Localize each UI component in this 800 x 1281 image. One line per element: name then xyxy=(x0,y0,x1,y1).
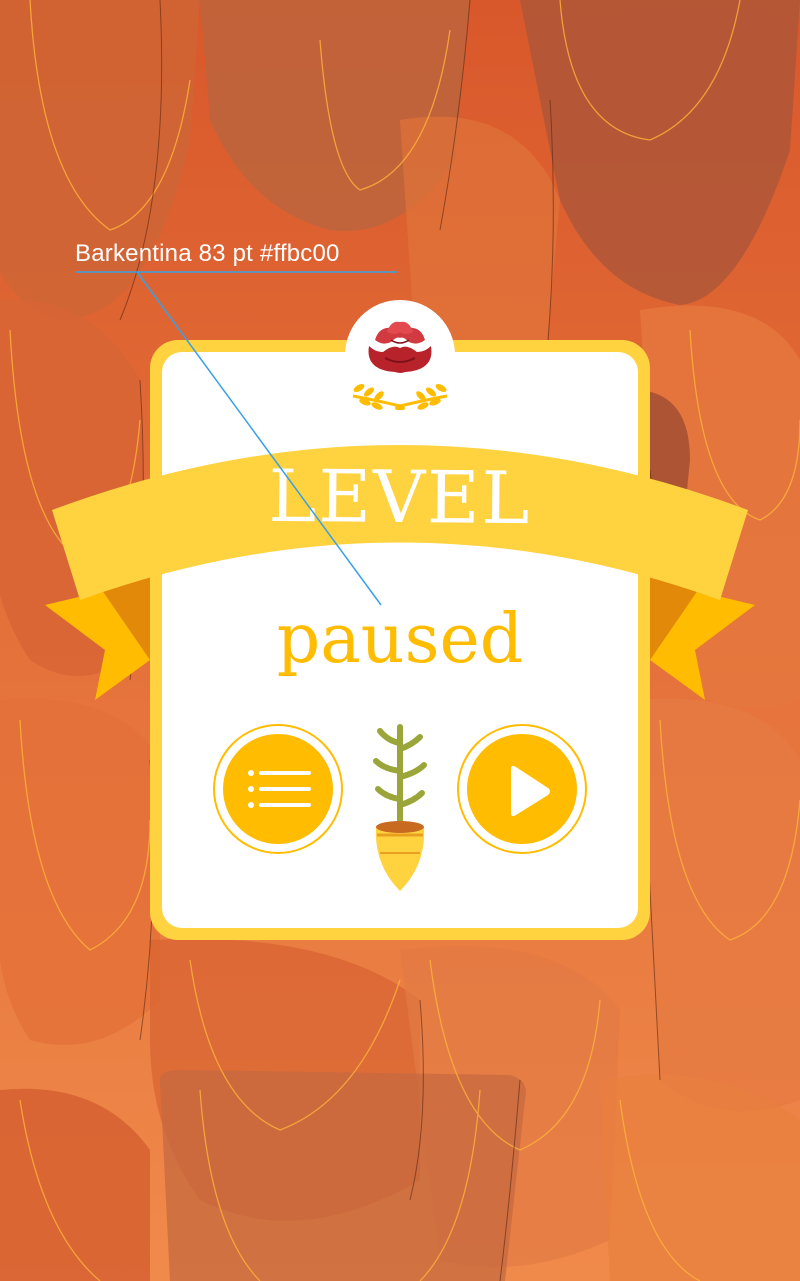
paused-text: paused xyxy=(276,600,524,679)
play-icon xyxy=(511,765,550,817)
cactus-plant-icon xyxy=(373,724,427,891)
font-annotation-label: Barkentina 83 pt #ffbc00 xyxy=(75,240,340,267)
level-title: LEVEL xyxy=(268,453,532,541)
list-icon xyxy=(248,770,311,808)
play-button[interactable] xyxy=(457,724,587,854)
menu-button[interactable] xyxy=(213,724,343,854)
